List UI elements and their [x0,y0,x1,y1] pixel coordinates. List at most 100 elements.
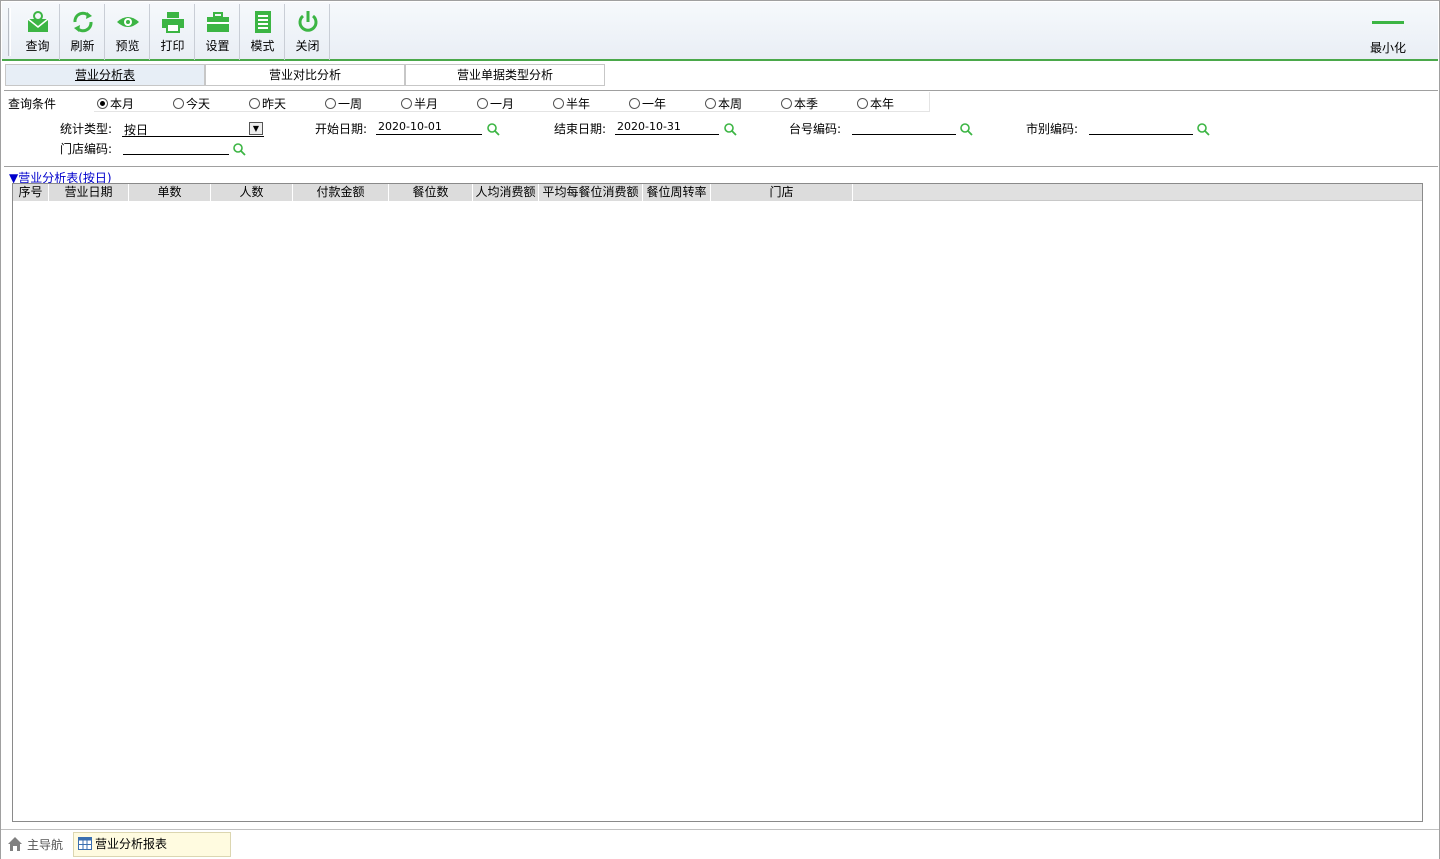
home-icon [8,837,22,851]
stat-type-value: 按日 [124,123,149,137]
market-code-label: 市别编码: [1026,122,1079,136]
column-header-store[interactable]: 门店 [711,184,853,201]
store-code-input[interactable] [123,139,229,155]
tab-document-type-analysis[interactable]: 营业单据类型分析 [405,64,605,86]
radio-label: 本年 [870,97,895,111]
column-header-seat-count[interactable]: 餐位数 [389,184,473,201]
period-radio-this-year[interactable]: 本年 [857,95,894,112]
search-icon[interactable] [723,122,737,136]
column-header-guest-count[interactable]: 人数 [211,184,293,201]
radio-label: 一年 [642,97,667,111]
print-button[interactable]: 打印 [151,4,195,60]
period-radio-this-week[interactable]: 本周 [705,95,742,112]
mode-icon [254,11,271,33]
period-radio-week[interactable]: 一周 [325,95,362,112]
column-header-order-count[interactable]: 单数 [129,184,211,201]
radio-dot [249,98,260,109]
active-document-tab[interactable]: 营业分析报表 [73,832,231,857]
print-icon [161,12,184,33]
radio-dot [325,98,336,109]
stat-type-label: 统计类型: [60,122,113,136]
start-date-label: 开始日期: [315,122,368,136]
settings-icon [206,12,229,32]
home-nav-button[interactable]: 主导航 [7,836,63,853]
radio-dot [97,98,108,109]
stat-type-select[interactable]: 按日 ▼ [122,119,264,137]
radio-label: 本季 [794,97,819,111]
period-radio-this-month[interactable]: 本月 [97,95,134,112]
close-label: 关闭 [295,39,320,53]
query-button[interactable]: 查询 [16,4,60,60]
search-icon[interactable] [486,122,500,136]
period-radio-half-year[interactable]: 半年 [553,95,590,112]
minimize-button[interactable]: 最小化 [1358,4,1418,60]
radio-dot [781,98,792,109]
radio-label: 今天 [186,97,211,111]
period-radio-month[interactable]: 一月 [477,95,514,112]
settings-label: 设置 [205,39,230,53]
radio-dot [705,98,716,109]
refresh-button[interactable]: 刷新 [61,4,105,60]
column-header-business-date[interactable]: 营业日期 [49,184,129,201]
end-date-input[interactable] [615,119,719,135]
radio-dot [629,98,640,109]
toolbar-grip [8,8,11,56]
radio-dot [477,98,488,109]
radio-label: 本月 [110,97,135,111]
home-label: 主导航 [27,838,64,852]
tab-label: 营业对比分析 [268,68,341,82]
end-date-label: 结束日期: [554,122,607,136]
column-header-payment-amount[interactable]: 付款金额 [293,184,389,201]
radio-dot [857,98,868,109]
tab-business-analysis[interactable]: 营业分析表 [5,64,205,86]
store-code-label: 门店编码: [60,142,113,156]
status-bar: 主导航 营业分析报表 [1,829,1439,859]
start-date-input[interactable] [376,119,482,135]
period-radio-half-month[interactable]: 半月 [401,95,438,112]
radio-dot [553,98,564,109]
table-code-input[interactable] [852,119,956,135]
mode-button[interactable]: 模式 [241,4,285,60]
column-header-avg-per-seat[interactable]: 平均每餐位消费额 [539,184,643,201]
radio-dot [173,98,184,109]
refresh-label: 刷新 [70,39,95,53]
power-icon [298,11,317,32]
radio-label: 昨天 [262,97,287,111]
search-icon[interactable] [1196,122,1210,136]
active-document-label: 营业分析报表 [95,837,168,851]
column-header-index[interactable]: 序号 [13,184,49,201]
print-label: 打印 [160,39,185,53]
preview-button[interactable]: 预览 [106,4,150,60]
preview-icon [116,17,139,27]
period-radio-group: 本月 今天 昨天 一周 半月 一月 半年 一年 本周 本季 本年 [94,92,930,112]
preview-label: 预览 [115,39,140,53]
chevron-down-icon[interactable]: ▼ [249,122,263,135]
grid-header: 序号 营业日期 单数 人数 付款金额 餐位数 人均消费额 平均每餐位消费额 餐位… [13,184,1422,201]
period-radio-this-quarter[interactable]: 本季 [781,95,818,112]
market-code-input[interactable] [1089,119,1193,135]
period-radio-year[interactable]: 一年 [629,95,666,112]
period-radio-yesterday[interactable]: 昨天 [249,95,286,112]
table-code-label: 台号编码: [789,122,842,136]
tab-business-comparison[interactable]: 营业对比分析 [205,64,405,86]
report-grid[interactable]: 序号 营业日期 单数 人数 付款金额 餐位数 人均消费额 平均每餐位消费额 餐位… [12,183,1423,822]
close-button[interactable]: 关闭 [286,4,330,60]
app-window: 查询 刷新 预览 打印 设置 模式 关闭 最小化 营业分析表 营业对比分析 营业… [0,0,1440,859]
column-header-seat-turnover[interactable]: 餐位周转率 [643,184,711,201]
radio-label: 一月 [490,97,515,111]
column-header-avg-per-guest[interactable]: 人均消费额 [473,184,539,201]
minimize-label: 最小化 [1369,41,1406,55]
minimize-icon [1372,21,1404,24]
tab-label: 营业分析表 [74,68,135,82]
radio-label: 一周 [338,97,363,111]
toolbar: 查询 刷新 预览 打印 设置 模式 关闭 最小化 [2,2,1438,61]
radio-label: 半年 [566,97,591,111]
query-criteria-panel: 查询条件 本月 今天 昨天 一周 半月 一月 半年 一年 本周 本季 本年 统计… [4,90,1438,167]
period-radio-today[interactable]: 今天 [173,95,210,112]
radio-dot [401,98,412,109]
settings-button[interactable]: 设置 [196,4,240,60]
radio-label: 半月 [414,97,439,111]
search-icon[interactable] [232,142,246,156]
table-icon [78,837,92,850]
search-icon[interactable] [959,122,973,136]
